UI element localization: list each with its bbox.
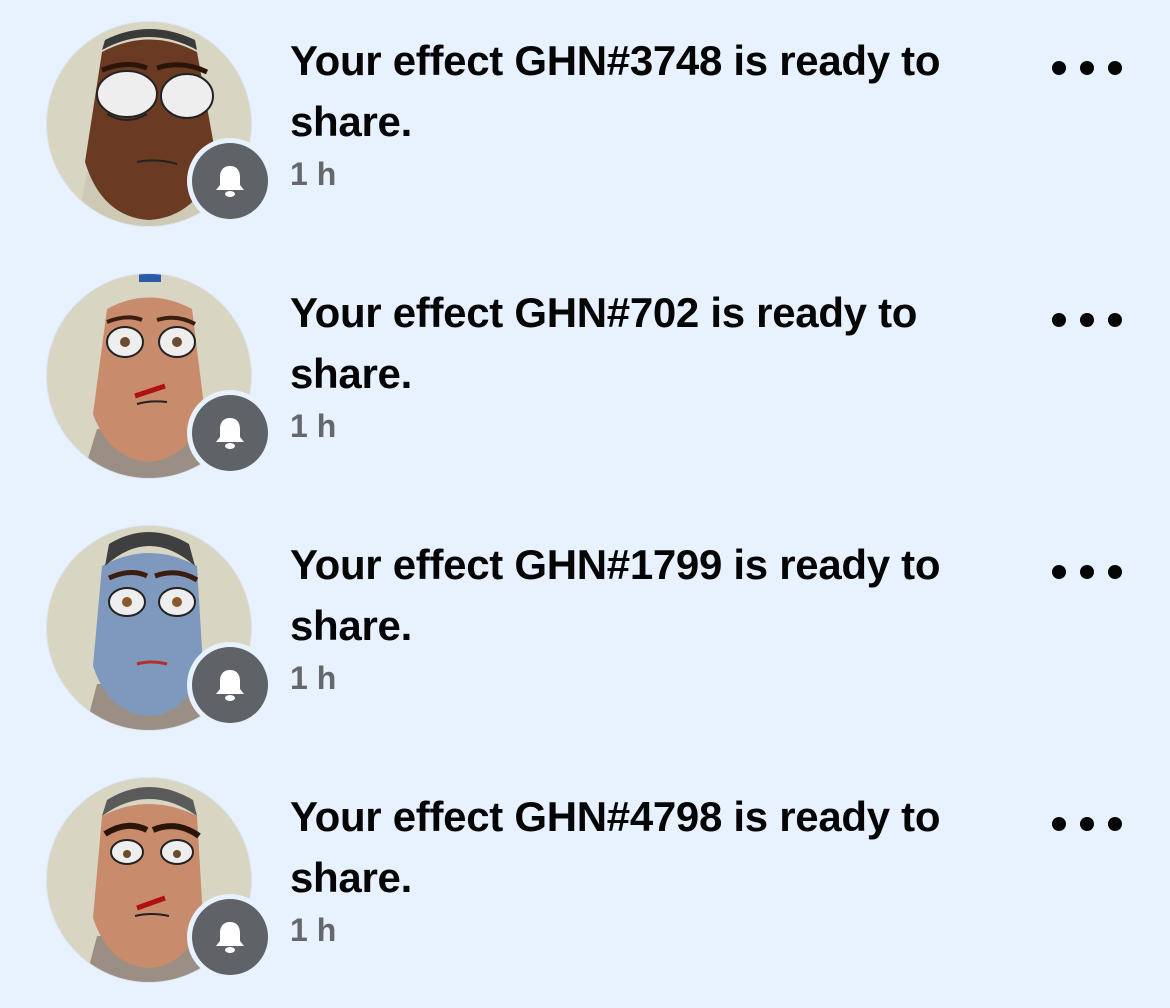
notification-title: Your effect GHN#702 is ready to share. (290, 289, 918, 397)
notification-item[interactable]: Your effect GHN#4798 is ready to share. … (0, 756, 1170, 1008)
notification-title: Your effect GHN#1799 is ready to share. (290, 541, 941, 649)
notification-text: Your effect GHN#702 is ready to share. 1… (290, 282, 1030, 446)
dot-icon (1108, 61, 1122, 75)
dot-icon (1052, 817, 1066, 831)
notification-badge (187, 390, 273, 476)
bell-icon (216, 670, 244, 701)
dot-icon (1108, 817, 1122, 831)
notification-text: Your effect GHN#3748 is ready to share. … (290, 30, 1030, 194)
dot-icon (1108, 565, 1122, 579)
notification-item[interactable]: Your effect GHN#3748 is ready to share. … (0, 0, 1170, 252)
notification-item[interactable]: Your effect GHN#1799 is ready to share. … (0, 504, 1170, 756)
notification-time: 1 h (290, 660, 337, 696)
dot-icon (1052, 565, 1066, 579)
notification-time: 1 h (290, 408, 337, 444)
notification-text: Your effect GHN#1799 is ready to share. … (290, 534, 1030, 698)
bell-icon (216, 922, 244, 953)
more-options-button[interactable] (1052, 552, 1122, 592)
dot-icon (1052, 313, 1066, 327)
avatar-group (47, 22, 277, 232)
notification-time: 1 h (290, 912, 337, 948)
more-options-button[interactable] (1052, 48, 1122, 88)
notification-time: 1 h (290, 156, 337, 192)
more-options-button[interactable] (1052, 300, 1122, 340)
dot-icon (1052, 61, 1066, 75)
notification-title: Your effect GHN#3748 is ready to share. (290, 37, 941, 145)
dot-icon (1080, 565, 1094, 579)
bell-icon (216, 166, 244, 197)
avatar-group (47, 526, 277, 736)
dot-icon (1080, 313, 1094, 327)
dot-icon (1108, 313, 1122, 327)
dot-icon (1080, 61, 1094, 75)
notification-text: Your effect GHN#4798 is ready to share. … (290, 786, 1030, 950)
notification-item[interactable]: Your effect GHN#702 is ready to share. 1… (0, 252, 1170, 504)
notification-badge (187, 894, 273, 980)
avatar-group (47, 778, 277, 988)
more-options-button[interactable] (1052, 804, 1122, 844)
notification-badge (187, 138, 273, 224)
dot-icon (1080, 817, 1094, 831)
avatar-group (47, 274, 277, 484)
bell-icon (216, 418, 244, 449)
notification-title: Your effect GHN#4798 is ready to share. (290, 793, 941, 901)
notifications-list: Your effect GHN#3748 is ready to share. … (0, 0, 1170, 989)
notification-badge (187, 642, 273, 728)
